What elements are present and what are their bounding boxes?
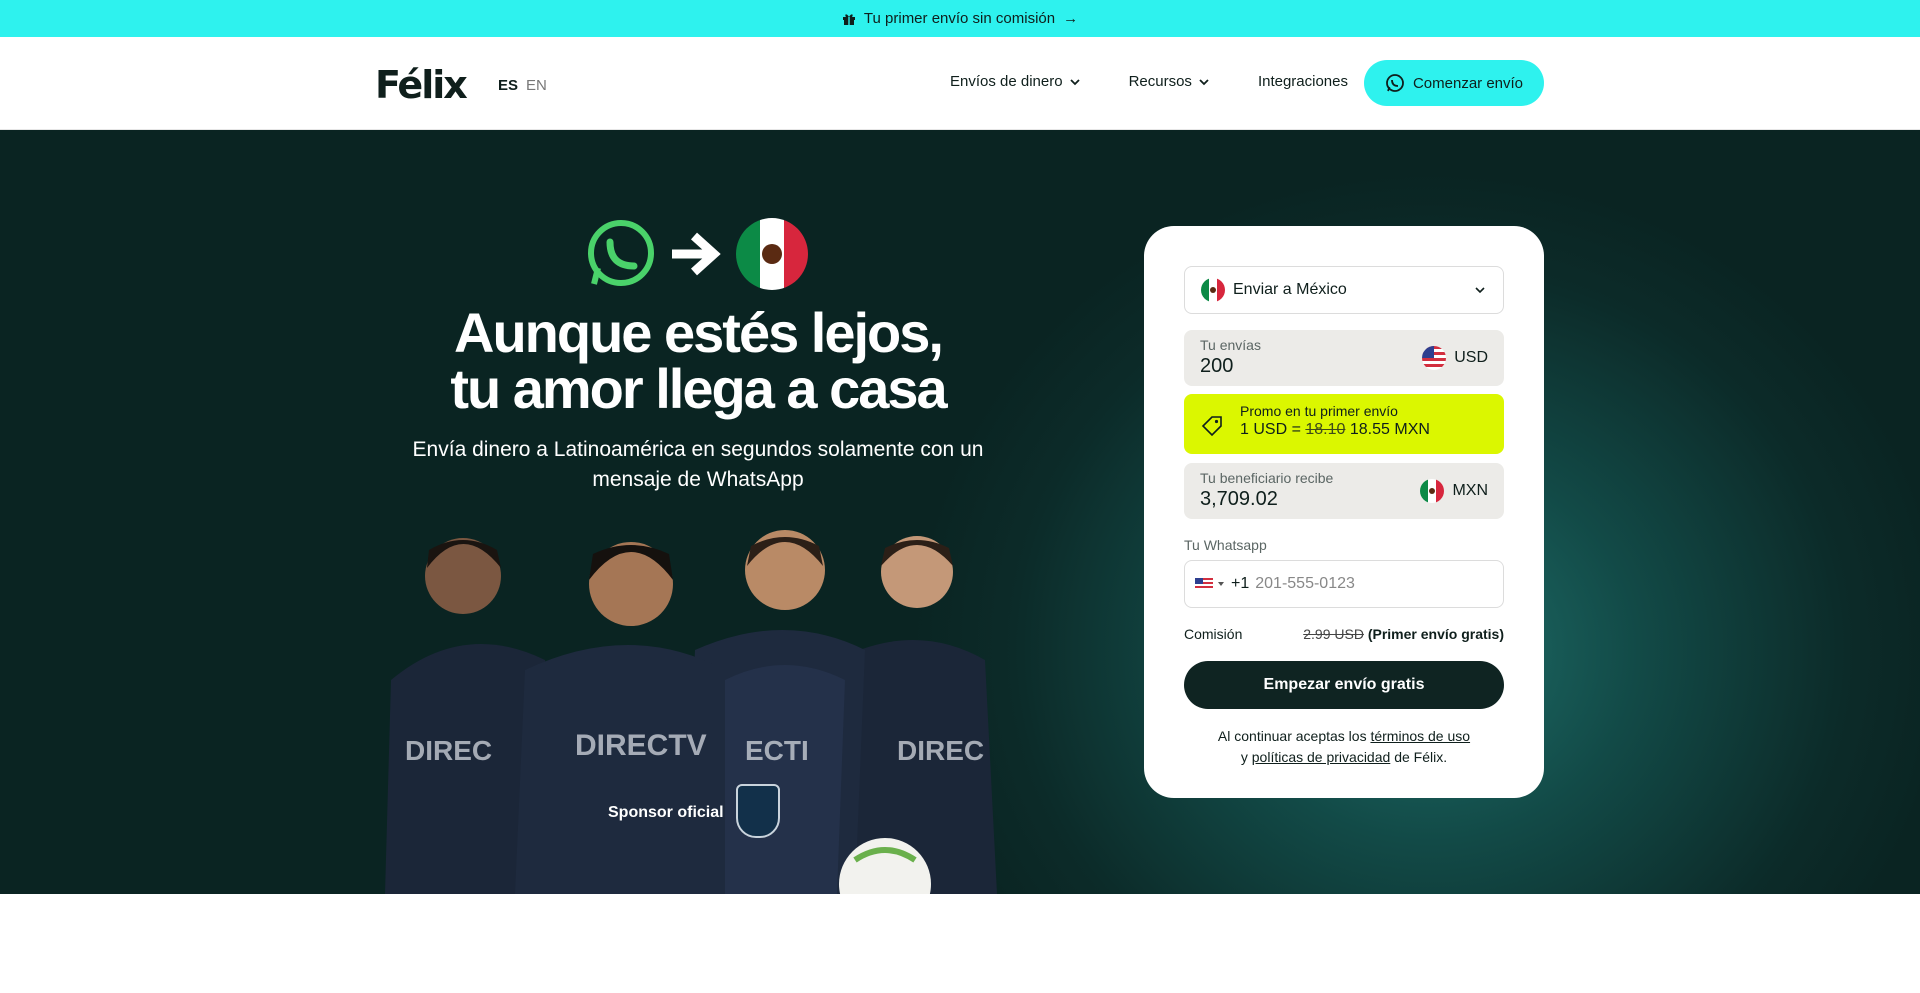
legal-text: Al continuar aceptas los términos de uso… bbox=[1184, 726, 1504, 768]
promo-new-rate: 18.55 bbox=[1349, 421, 1390, 438]
promo-rate-prefix: 1 USD = bbox=[1240, 421, 1301, 438]
hero-title-line1: Aunque estés lejos, bbox=[454, 301, 944, 364]
whatsapp-label: Tu Whatsapp bbox=[1184, 537, 1267, 553]
nav-envios-label: Envíos de dinero bbox=[950, 73, 1063, 90]
chevron-down-icon bbox=[1069, 78, 1080, 85]
svg-text:DIREC: DIREC bbox=[405, 735, 492, 766]
privacy-link[interactable]: políticas de privacidad bbox=[1252, 749, 1391, 765]
fee-row: Comisión 2.99 USD (Primer envío gratis) bbox=[1184, 626, 1504, 642]
whatsapp-icon bbox=[1386, 74, 1404, 92]
promo-rate: 1 USD = 18.10 18.55 MXN bbox=[1240, 421, 1488, 439]
sponsor-label: Sponsor oficial bbox=[608, 804, 724, 821]
receive-currency-selector[interactable]: MXN bbox=[1420, 479, 1488, 503]
arrow-right-icon: → bbox=[1063, 10, 1079, 27]
mexico-flag-icon bbox=[1420, 479, 1445, 503]
nav-envios-de-dinero[interactable]: Envíos de dinero bbox=[950, 73, 1081, 90]
lang-en[interactable]: EN bbox=[526, 77, 547, 94]
us-flag-icon bbox=[1195, 578, 1213, 590]
destination-select[interactable]: Enviar a México bbox=[1184, 266, 1504, 314]
send-amount-field[interactable]: Tu envías 200 USD bbox=[1184, 330, 1504, 386]
receive-currency-code: MXN bbox=[1452, 482, 1488, 499]
legal-suffix: de Félix. bbox=[1394, 749, 1448, 765]
mexico-flag-icon bbox=[736, 218, 808, 290]
legal-prefix: Al continuar aceptas los bbox=[1217, 728, 1367, 744]
fee-free: (Primer envío gratis) bbox=[1367, 626, 1504, 642]
receive-amount-field[interactable]: Tu beneficiario recibe 3,709.02 MXN bbox=[1184, 463, 1504, 519]
chevron-down-icon bbox=[1475, 287, 1485, 294]
legal-and: y bbox=[1240, 749, 1248, 765]
san-diego-badge-icon bbox=[736, 784, 780, 838]
svg-text:DIRECTV: DIRECTV bbox=[575, 729, 707, 762]
language-switcher: ES EN bbox=[498, 77, 547, 94]
felix-logo[interactable]: Félix bbox=[375, 63, 468, 107]
svg-text:DIREC: DIREC bbox=[897, 735, 984, 766]
promo-banner-text: Tu primer envío sin comisión bbox=[863, 10, 1056, 27]
hero-subtitle: Envía dinero a Latinoamérica en segundos… bbox=[412, 438, 984, 491]
fee-value: 2.99 USD (Primer envío gratis) bbox=[1303, 626, 1504, 642]
promo-currency: MXN bbox=[1394, 421, 1430, 438]
arrow-right-icon bbox=[672, 232, 721, 276]
caret-down-icon bbox=[1218, 582, 1224, 586]
lang-es[interactable]: ES bbox=[498, 77, 518, 94]
destination-label: Enviar a México bbox=[1233, 281, 1347, 298]
nav-integraciones[interactable]: Integraciones bbox=[1258, 73, 1348, 90]
site-header: Félix ES EN Envíos de dinero Recursos In… bbox=[0, 37, 1920, 130]
promo-banner[interactable]: Tu primer envío sin comisión → bbox=[0, 0, 1920, 37]
terms-link[interactable]: términos de uso bbox=[1370, 728, 1470, 744]
country-code-dropdown[interactable] bbox=[1195, 578, 1225, 590]
whatsapp-icon bbox=[588, 220, 654, 286]
start-free-transfer-button[interactable]: Empezar envío gratis bbox=[1184, 661, 1504, 709]
players-image: DIREC DIRECTV ECTI DIREC bbox=[385, 530, 997, 894]
phone-input[interactable] bbox=[1255, 575, 1456, 593]
gift-icon bbox=[842, 13, 855, 25]
comenzar-envio-label: Comenzar envío bbox=[1412, 74, 1524, 92]
hero-title: Aunque estés lejos, tu amor llega a casa bbox=[380, 305, 1016, 417]
hero-icons bbox=[584, 218, 808, 290]
send-currency-code: USD bbox=[1454, 349, 1488, 366]
promo-title: Promo en tu primer envío bbox=[1240, 403, 1398, 419]
hero-title-line2: tu amor llega a casa bbox=[450, 357, 947, 420]
svg-text:ECTI: ECTI bbox=[745, 735, 809, 766]
fee-label: Comisión bbox=[1184, 626, 1243, 642]
hero-section: Aunque estés lejos, tu amor llega a casa… bbox=[0, 130, 1920, 894]
us-flag-icon bbox=[1422, 346, 1447, 370]
main-nav: Envíos de dinero Recursos Integraciones bbox=[950, 73, 1348, 90]
fee-old: 2.99 USD bbox=[1303, 626, 1364, 642]
phone-prefix: +1 bbox=[1231, 575, 1250, 592]
whatsapp-phone-field[interactable]: +1 bbox=[1184, 560, 1504, 608]
send-form-card: Enviar a México Tu envías 200 USD Promo … bbox=[1144, 226, 1544, 798]
nav-recursos-label: Recursos bbox=[1128, 73, 1192, 90]
comenzar-envio-button[interactable]: Comenzar envío bbox=[1364, 60, 1544, 106]
tag-icon bbox=[1201, 416, 1222, 437]
promo-old-rate: 18.10 bbox=[1305, 421, 1346, 438]
nav-integraciones-label: Integraciones bbox=[1257, 73, 1348, 90]
send-currency-selector[interactable]: USD bbox=[1422, 346, 1488, 370]
promo-rate-box: Promo en tu primer envío 1 USD = 18.10 1… bbox=[1184, 394, 1504, 454]
chevron-down-icon bbox=[1199, 78, 1209, 85]
nav-recursos[interactable]: Recursos bbox=[1129, 73, 1210, 90]
mexico-flag-icon bbox=[1201, 278, 1225, 302]
